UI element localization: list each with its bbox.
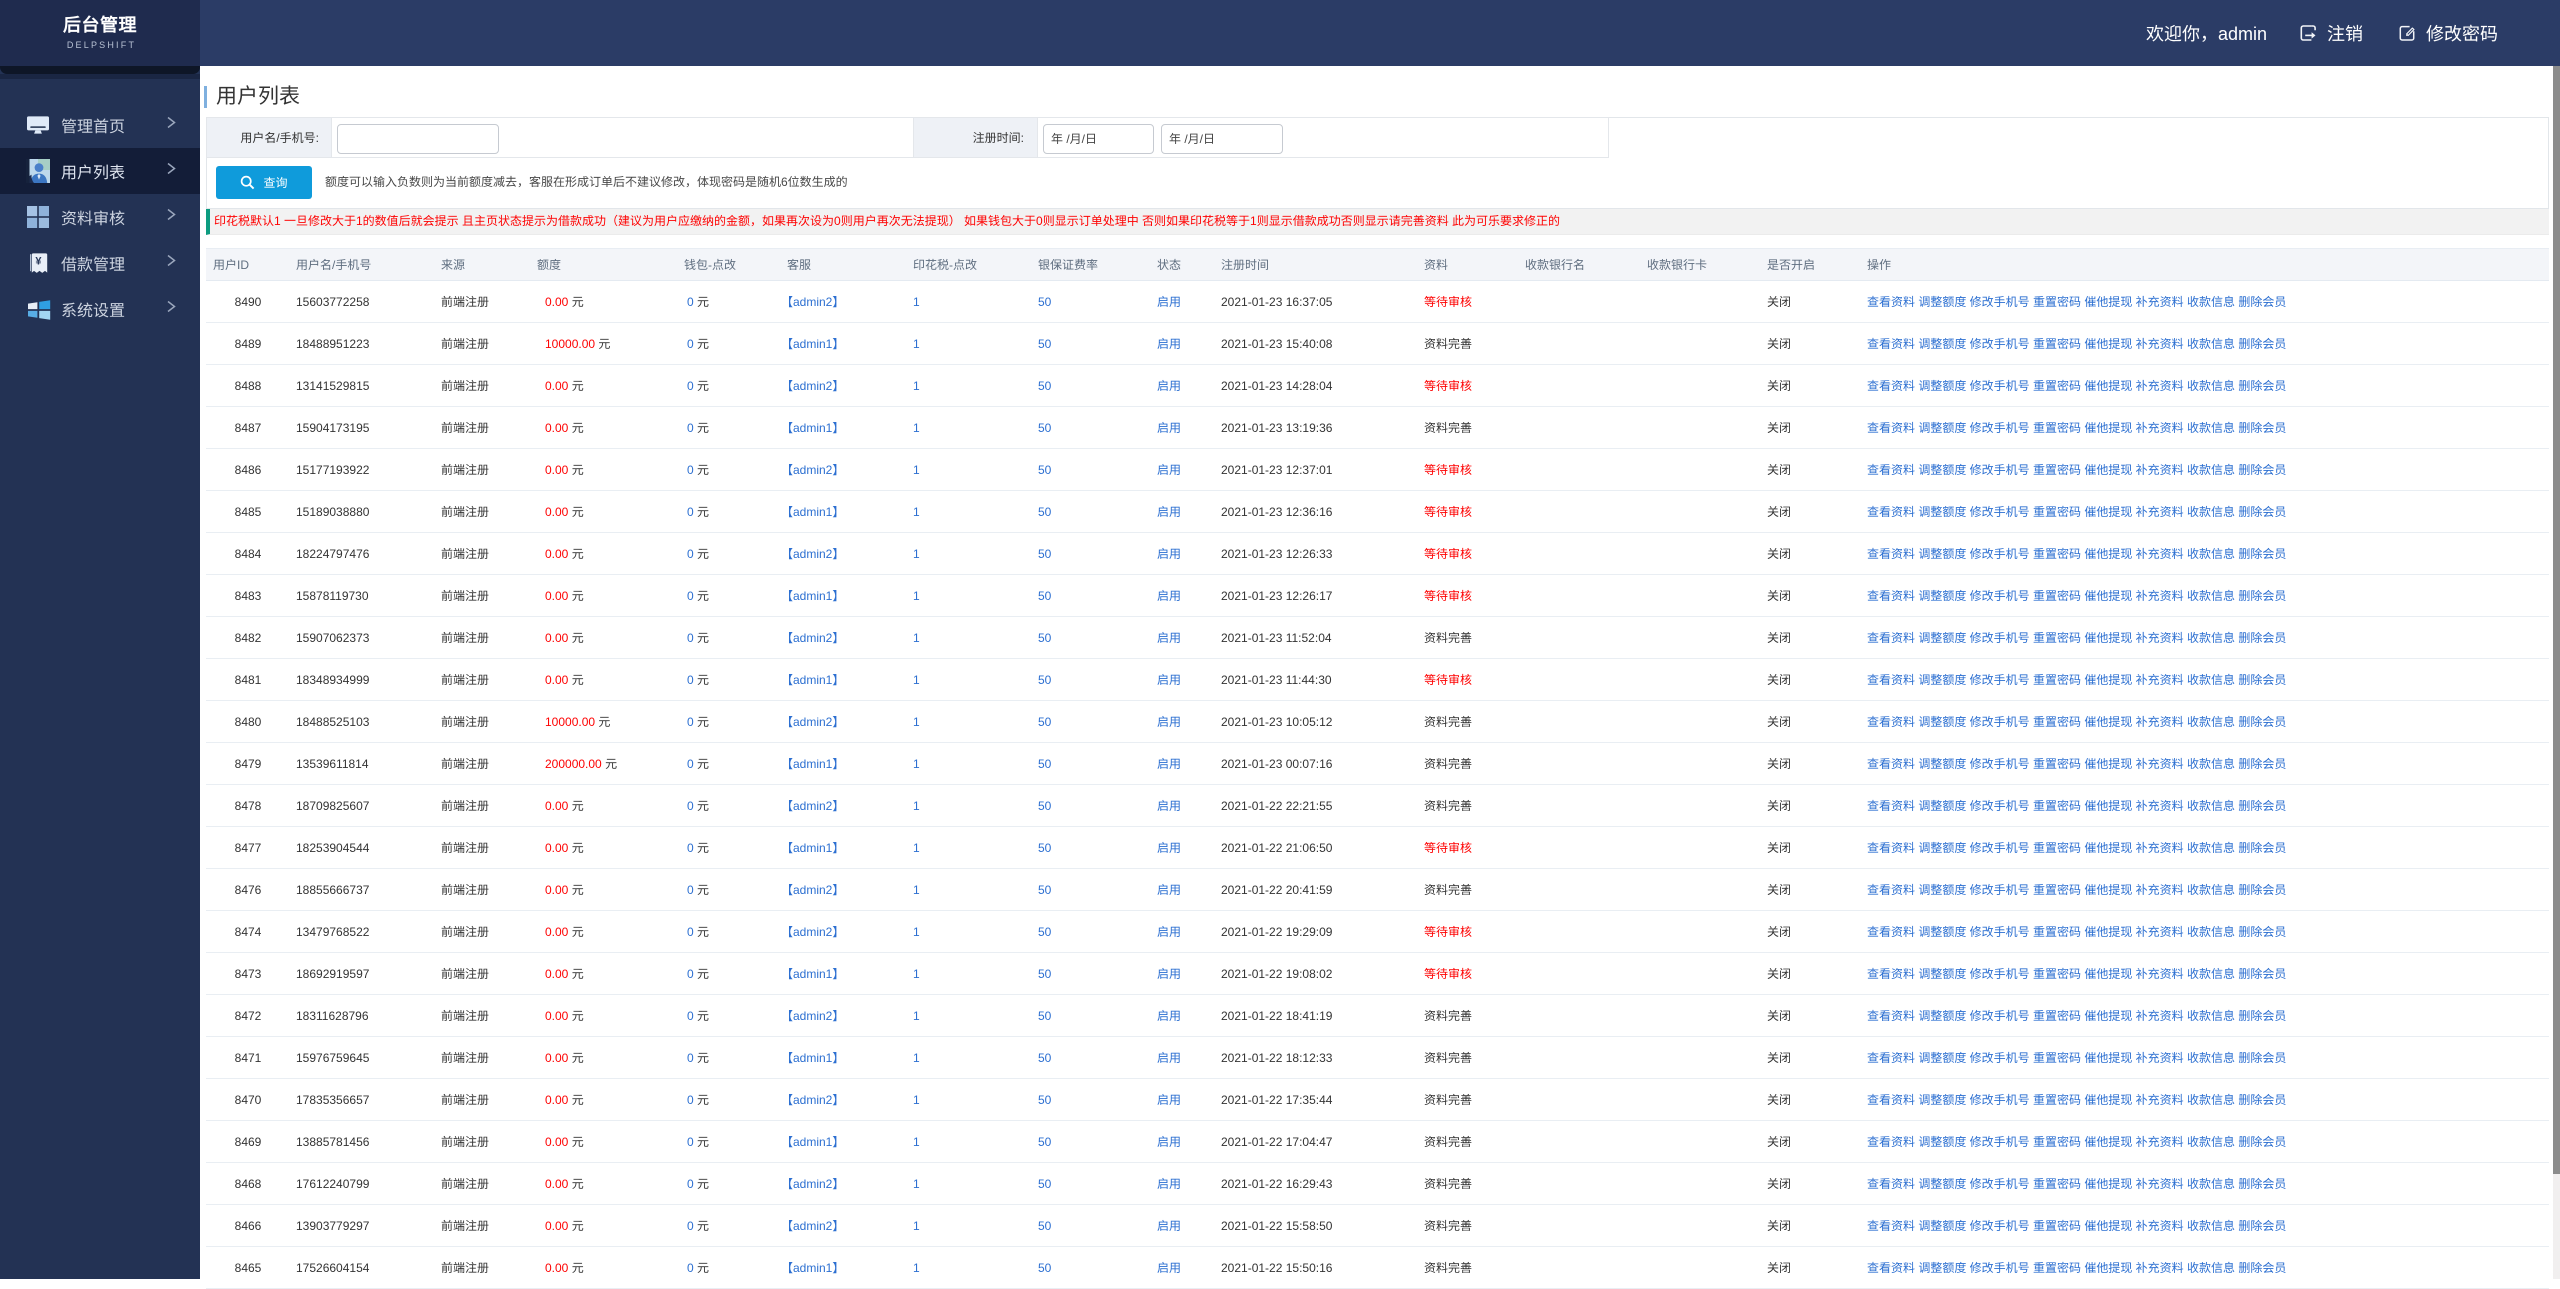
svg-text:¥: ¥ (35, 256, 42, 268)
